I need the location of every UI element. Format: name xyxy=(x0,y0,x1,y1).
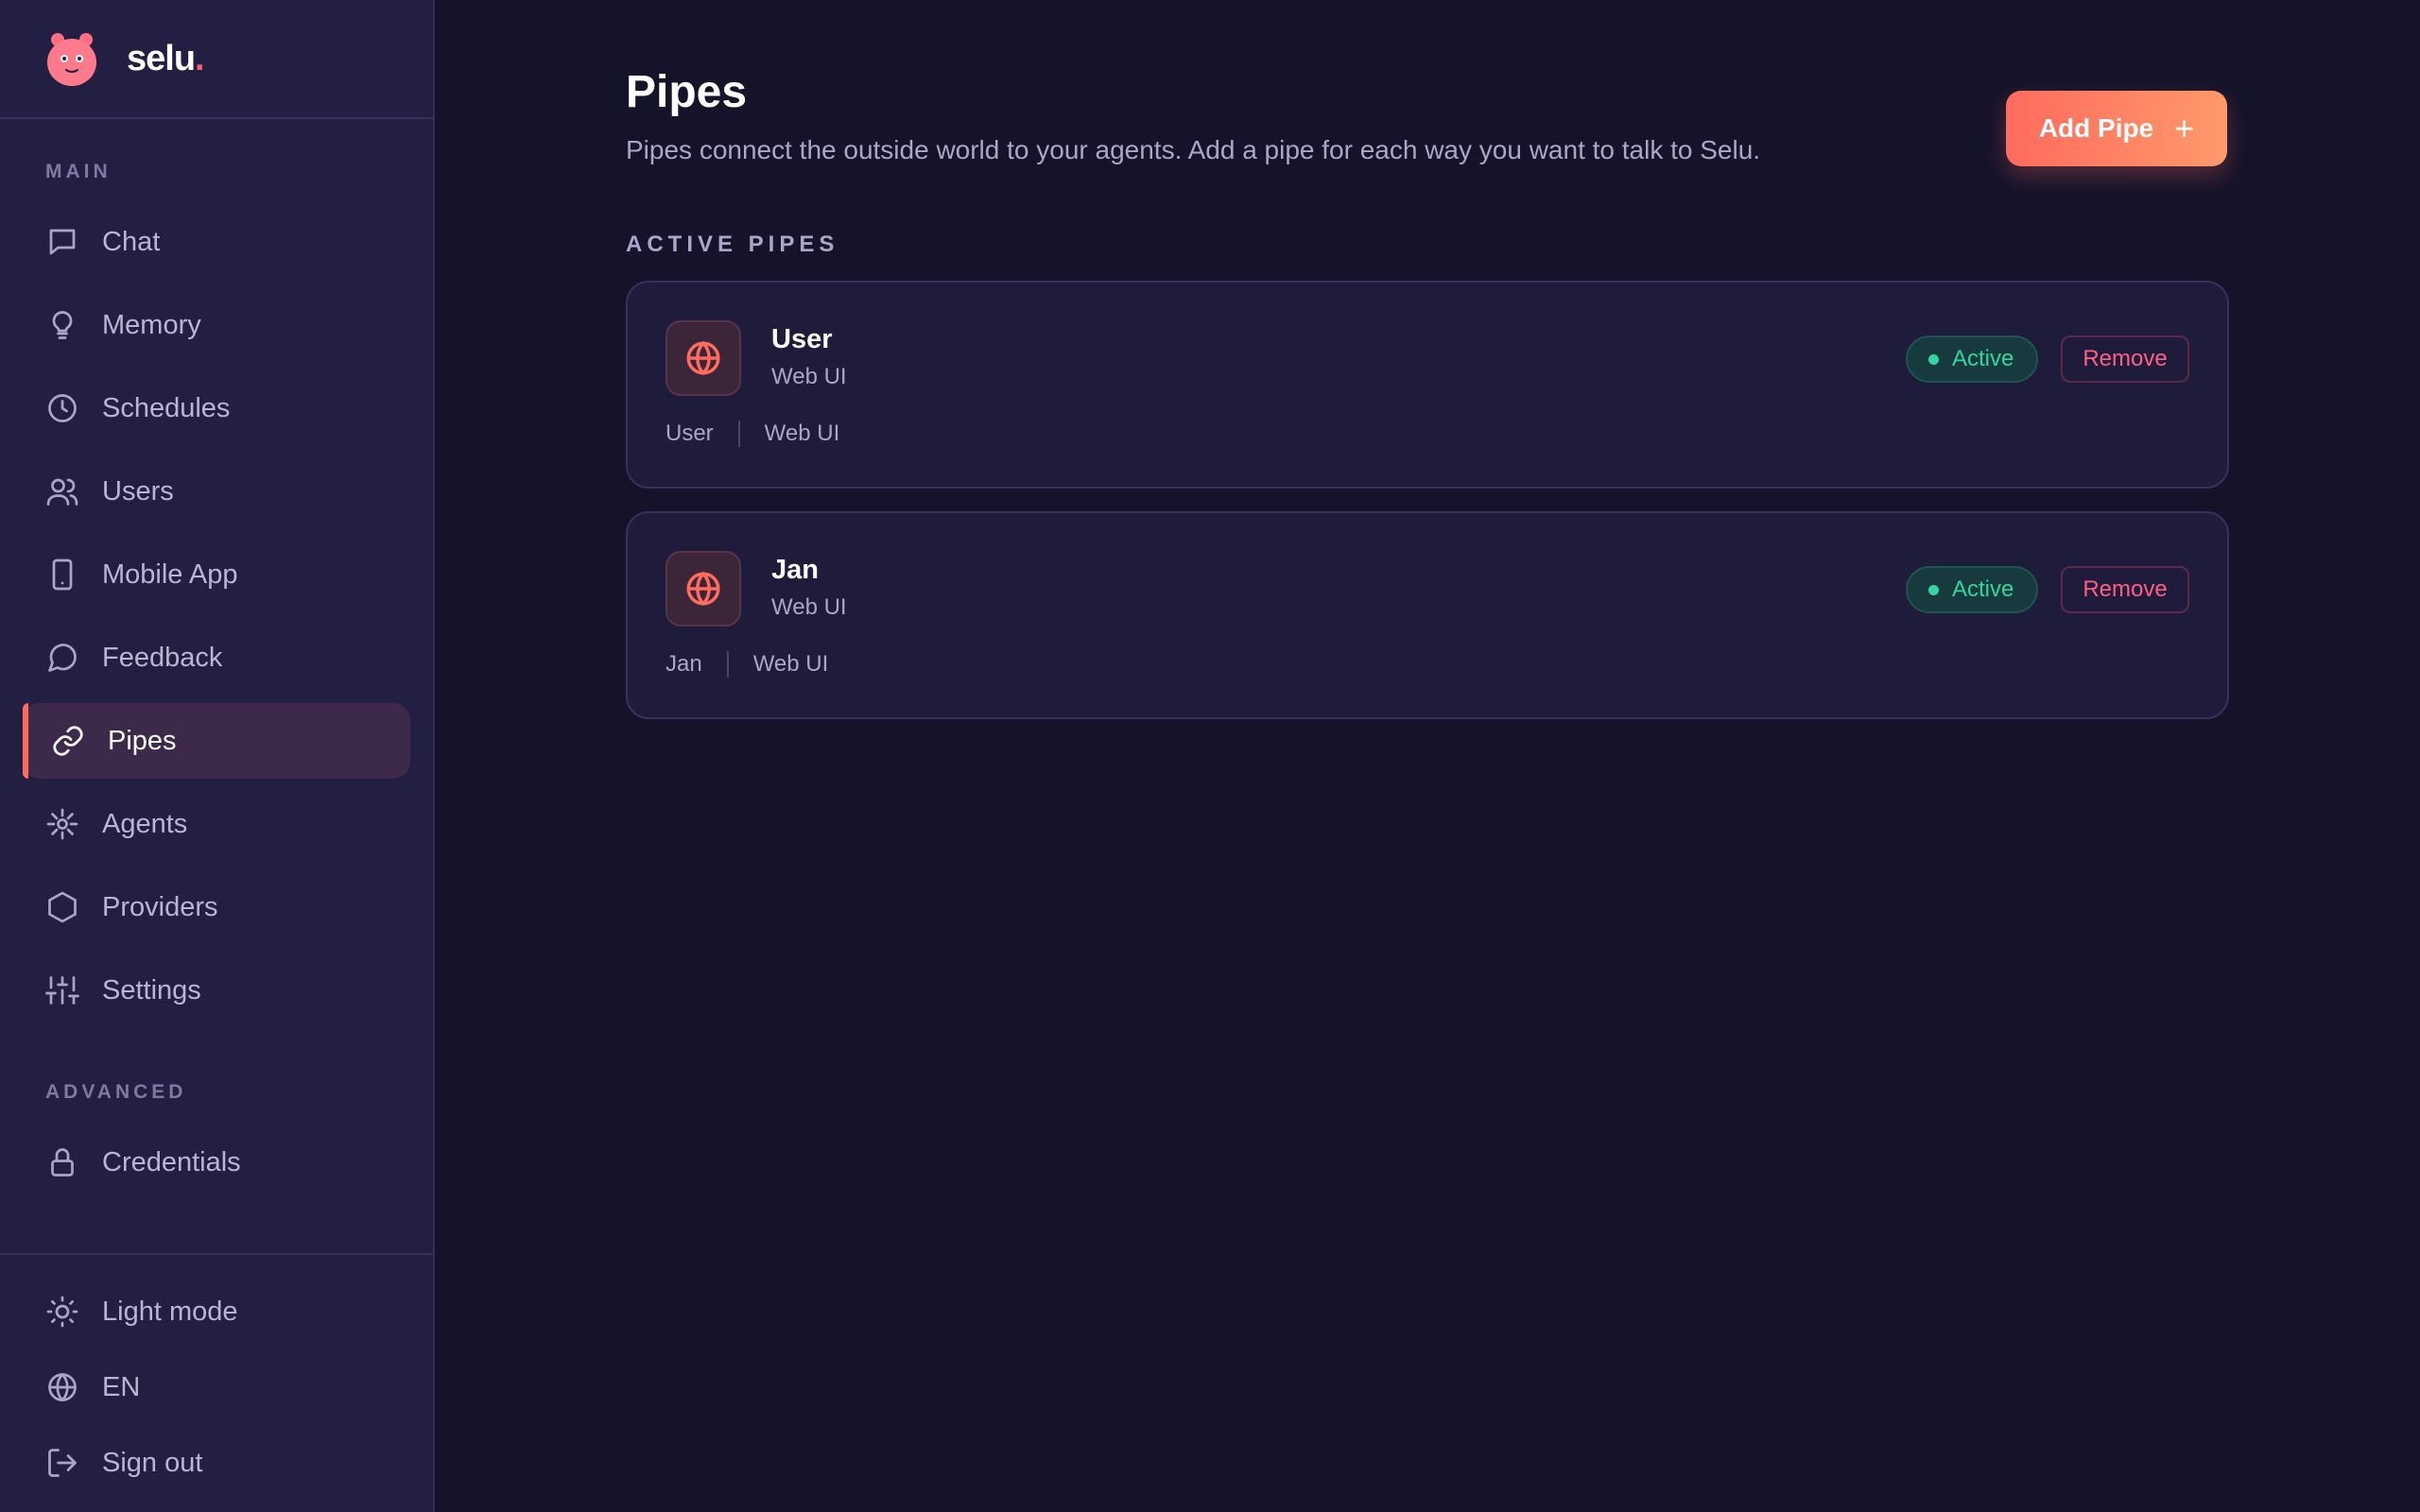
pipe-meta-type: Web UI xyxy=(764,421,840,446)
status-badge: Active xyxy=(1906,335,2039,383)
pipe-meta-name: User xyxy=(666,421,714,446)
mobile-icon xyxy=(45,558,79,592)
advanced-nav: Credentials xyxy=(0,1125,433,1208)
link-icon xyxy=(51,724,85,758)
brand: selu. xyxy=(0,0,433,119)
add-pipe-label: Add Pipe xyxy=(2038,113,2154,143)
pipe-meta: User Web UI xyxy=(666,421,839,447)
sidebar-item-label: Providers xyxy=(102,891,218,922)
brand-name[interactable]: selu. xyxy=(127,38,205,79)
sidebar-item-label: Credentials xyxy=(102,1146,241,1177)
lock-icon xyxy=(45,1145,79,1179)
sidebar-item-label: Feedback xyxy=(102,642,223,673)
agent-icon xyxy=(45,807,79,841)
main-nav: Chat Memory Schedules Users Mobile App F… xyxy=(0,204,433,1036)
plus-icon: + xyxy=(2174,109,2195,147)
theme-toggle[interactable]: Light mode xyxy=(23,1274,410,1349)
users-icon xyxy=(45,474,79,508)
sidebar-item-schedules[interactable]: Schedules xyxy=(23,370,410,446)
sidebar-item-chat[interactable]: Chat xyxy=(23,204,410,280)
pipe-list: User Web UI User Web UI Active Remove Ja… xyxy=(626,281,2229,719)
active-pipes-heading: ACTIVE PIPES xyxy=(626,232,839,257)
sidebar-item-label: Mobile App xyxy=(102,558,238,590)
pipe-meta: Jan Web UI xyxy=(666,651,828,678)
meta-divider xyxy=(726,651,729,678)
brand-dot: . xyxy=(195,38,205,78)
sliders-icon xyxy=(45,973,79,1007)
sidebar-item-mobile-app[interactable]: Mobile App xyxy=(23,537,410,612)
sidebar-item-label: Chat xyxy=(102,226,161,257)
main-section-label: MAIN xyxy=(45,161,112,182)
sidebar-item-label: Memory xyxy=(102,309,201,340)
pipe-type: Web UI xyxy=(771,364,847,389)
clock-icon xyxy=(45,391,79,425)
speech-bubble-icon xyxy=(45,641,79,675)
add-pipe-button[interactable]: Add Pipe + xyxy=(2006,91,2227,166)
chat-icon xyxy=(45,225,79,259)
sidebar-item-pipes[interactable]: Pipes xyxy=(23,703,410,779)
status-dot-icon xyxy=(1928,353,1939,365)
status-dot-icon xyxy=(1928,584,1939,595)
status-label: Active xyxy=(1952,576,2014,602)
sun-icon xyxy=(45,1295,79,1329)
sidebar-item-users[interactable]: Users xyxy=(23,454,410,529)
sidebar-item-feedback[interactable]: Feedback xyxy=(23,620,410,696)
language-selector[interactable]: EN xyxy=(23,1349,410,1425)
globe-icon xyxy=(666,320,741,396)
globe-icon xyxy=(666,551,741,627)
sign-out-label: Sign out xyxy=(102,1447,203,1478)
sidebar-item-label: Pipes xyxy=(108,725,177,756)
mascot-logo-icon xyxy=(47,33,96,86)
pipe-type: Web UI xyxy=(771,594,847,620)
sidebar-item-settings[interactable]: Settings xyxy=(23,953,410,1028)
sidebar-item-label: Agents xyxy=(102,808,188,839)
pipe-name: Jan xyxy=(771,555,819,585)
remove-pipe-button[interactable]: Remove xyxy=(2061,335,2189,383)
advanced-section-label: ADVANCED xyxy=(45,1081,187,1103)
status-badge: Active xyxy=(1906,566,2039,613)
sidebar: selu. MAIN Chat Memory Schedules Users M… xyxy=(0,0,435,1512)
sidebar-footer: Light mode EN Sign out xyxy=(0,1253,433,1512)
pipe-name: User xyxy=(771,324,833,354)
pipe-card: User Web UI User Web UI Active Remove xyxy=(626,281,2229,489)
remove-pipe-button[interactable]: Remove xyxy=(2061,566,2189,613)
sidebar-item-agents[interactable]: Agents xyxy=(23,786,410,862)
sidebar-item-providers[interactable]: Providers xyxy=(23,869,410,945)
pipe-meta-name: Jan xyxy=(666,651,702,677)
sidebar-item-credentials[interactable]: Credentials xyxy=(23,1125,410,1200)
pipe-meta-type: Web UI xyxy=(752,651,829,677)
sidebar-item-label: Schedules xyxy=(102,392,231,423)
sidebar-item-label: Settings xyxy=(102,974,201,1005)
status-label: Active xyxy=(1952,346,2014,371)
sign-out-button[interactable]: Sign out xyxy=(23,1425,410,1501)
main-content: Pipes Pipes connect the outside world to… xyxy=(435,0,2420,1512)
brand-name-text: selu xyxy=(127,38,196,78)
lightbulb-icon xyxy=(45,308,79,342)
hexagon-icon xyxy=(45,890,79,924)
sidebar-item-label: Users xyxy=(102,475,174,507)
theme-toggle-label: Light mode xyxy=(102,1296,238,1327)
sign-out-icon xyxy=(45,1446,79,1480)
language-label: EN xyxy=(102,1371,141,1402)
sidebar-item-memory[interactable]: Memory xyxy=(23,287,410,363)
pipe-card: Jan Web UI Jan Web UI Active Remove xyxy=(626,511,2229,719)
globe-icon xyxy=(45,1370,79,1404)
meta-divider xyxy=(737,421,740,447)
